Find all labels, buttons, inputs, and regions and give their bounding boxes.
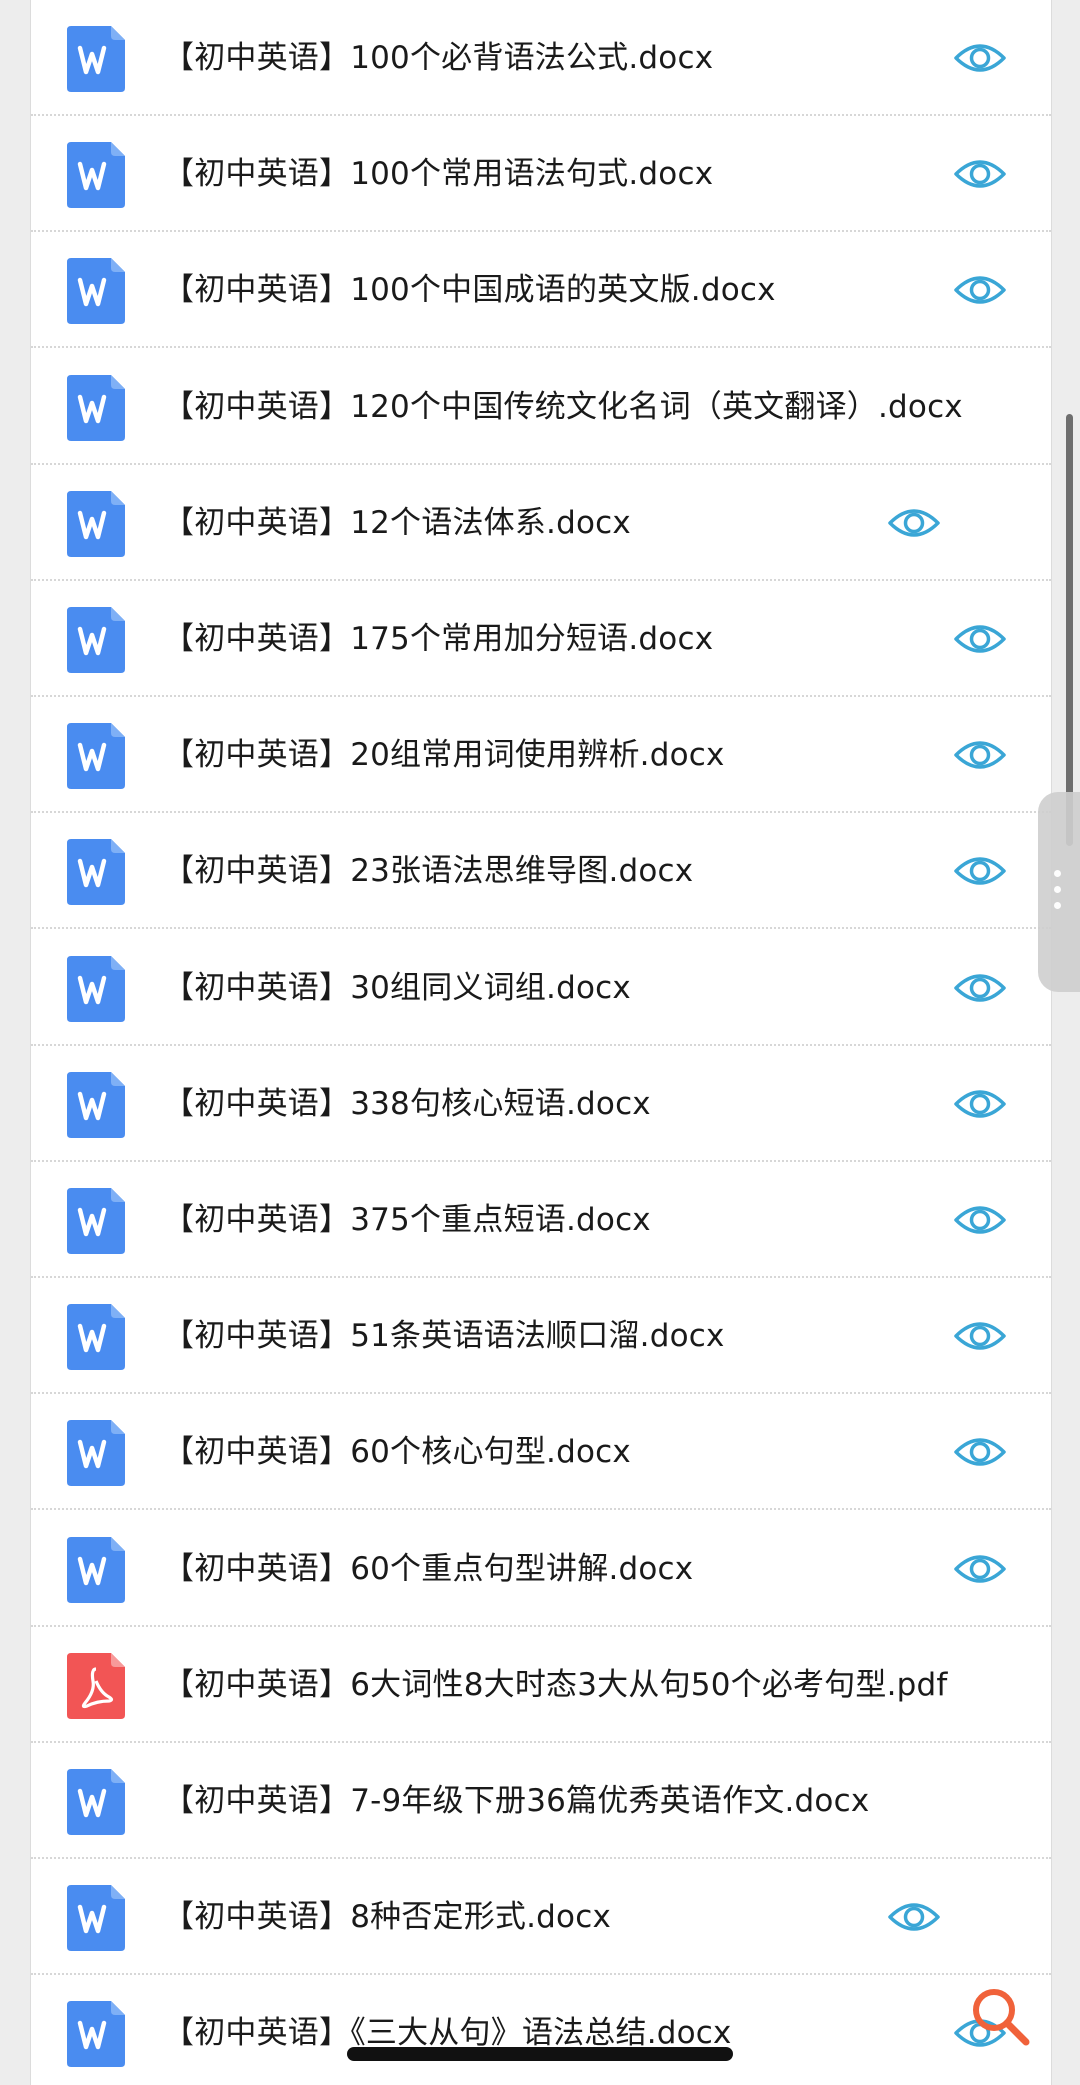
word-file-icon: [67, 374, 125, 441]
word-file-icon: [67, 607, 125, 673]
eye-icon[interactable]: [887, 505, 941, 541]
file-row[interactable]: 【初中英语】100个常用语法句式.docx: [31, 116, 1051, 233]
file-name: 【初中英语】7-9年级下册36篇优秀英语作文.docx: [163, 1783, 870, 1819]
file-row[interactable]: 【初中英语】8种否定形式.docx: [31, 1859, 1051, 1976]
file-name: 【初中英语】23张语法思维导图.docx: [163, 853, 694, 890]
eye-icon[interactable]: [953, 970, 1007, 1006]
file-row[interactable]: 【初中英语】30组同义词组.docx: [31, 930, 1051, 1046]
file-row[interactable]: 【初中英语】60个重点句型讲解.docx: [31, 1511, 1051, 1627]
word-file-icon: [67, 2001, 125, 2068]
word-file-icon: [67, 1769, 125, 1835]
file-name: 【初中英语】12个语法体系.docx: [163, 504, 631, 541]
eye-icon[interactable]: [953, 40, 1007, 76]
file-name: 【初中英语】100个常用语法句式.docx: [163, 156, 714, 193]
word-file-icon: [67, 142, 125, 209]
file-row[interactable]: 【初中英语】51条英语语法顺口溜.docx: [31, 1278, 1051, 1395]
file-name: 【初中英语】《三大从句》语法总结.docx: [163, 2015, 732, 2052]
eye-icon[interactable]: [953, 1551, 1007, 1587]
word-file-icon: [67, 1885, 125, 1952]
file-row[interactable]: 【初中英语】100个必背语法公式.docx: [31, 0, 1051, 116]
file-name: 【初中英语】120个中国传统文化名词（英文翻译）.docx: [163, 388, 963, 425]
file-row[interactable]: 【初中英语】100个中国成语的英文版.docx: [31, 232, 1051, 349]
file-name: 【初中英语】20组常用词使用辨析.docx: [163, 737, 725, 774]
word-file-icon: [67, 490, 125, 557]
file-name: 【初中英语】30组同义词组.docx: [163, 969, 631, 1006]
eye-icon[interactable]: [953, 853, 1007, 889]
word-file-icon: [67, 955, 125, 1022]
handle-dots-icon: [1054, 870, 1062, 914]
file-row[interactable]: 【初中英语】120个中国传统文化名词（英文翻译）.docx: [31, 349, 1051, 465]
file-name: 【初中英语】100个中国成语的英文版.docx: [163, 272, 776, 309]
word-file-icon: [67, 26, 125, 92]
eye-icon[interactable]: [953, 1202, 1007, 1238]
file-row[interactable]: 【初中英语】6大词性8大时态3大从句50个必考句型.pdf: [31, 1627, 1051, 1743]
home-indicator: [347, 2047, 733, 2061]
file-name: 【初中英语】375个重点短语.docx: [163, 1202, 651, 1238]
file-row[interactable]: 【初中英语】60个核心句型.docx: [31, 1394, 1051, 1511]
file-name: 【初中英语】60个重点句型讲解.docx: [163, 1550, 694, 1587]
file-name: 【初中英语】338句核心短语.docx: [163, 1085, 651, 1122]
eye-icon[interactable]: [887, 1899, 941, 1935]
eye-icon[interactable]: [953, 1086, 1007, 1122]
pdf-file-icon: [67, 1652, 125, 1719]
file-row[interactable]: 【初中英语】338句核心短语.docx: [31, 1046, 1051, 1162]
file-row[interactable]: 【初中英语】7-9年级下册36篇优秀英语作文.docx: [31, 1743, 1051, 1859]
word-file-icon: [67, 1188, 125, 1254]
word-file-icon: [67, 1536, 125, 1603]
file-row[interactable]: 【初中英语】23张语法思维导图.docx: [31, 813, 1051, 930]
word-file-icon: [67, 723, 125, 790]
eye-icon[interactable]: [953, 1434, 1007, 1470]
eye-icon[interactable]: [953, 272, 1007, 308]
file-row[interactable]: 【初中英语】20组常用词使用辨析.docx: [31, 697, 1051, 814]
file-name: 【初中英语】6大词性8大时态3大从句50个必考句型.pdf: [163, 1666, 948, 1703]
file-list: 【初中英语】100个必背语法公式.docx 【初中英语】100个常用语法句式.do…: [30, 0, 1052, 2085]
side-drawer-handle[interactable]: [1038, 792, 1080, 992]
file-name: 【初中英语】60个核心句型.docx: [163, 1434, 631, 1471]
search-button[interactable]: [968, 1984, 1032, 2048]
word-file-icon: [67, 839, 125, 906]
word-file-icon: [67, 1304, 125, 1371]
file-name: 【初中英语】175个常用加分短语.docx: [163, 621, 714, 657]
eye-icon[interactable]: [953, 621, 1007, 657]
word-file-icon: [67, 258, 125, 325]
file-row[interactable]: 【初中英语】375个重点短语.docx: [31, 1162, 1051, 1278]
file-name: 【初中英语】51条英语语法顺口溜.docx: [163, 1318, 725, 1355]
word-file-icon: [67, 1420, 125, 1487]
file-row[interactable]: 【初中英语】12个语法体系.docx: [31, 465, 1051, 581]
eye-icon[interactable]: [953, 1318, 1007, 1354]
file-list-screen: 【初中英语】100个必背语法公式.docx 【初中英语】100个常用语法句式.do…: [0, 0, 1080, 2085]
file-name: 【初中英语】100个必背语法公式.docx: [163, 40, 714, 76]
eye-icon[interactable]: [953, 156, 1007, 192]
word-file-icon: [67, 1071, 125, 1138]
eye-icon[interactable]: [953, 737, 1007, 773]
file-row[interactable]: 【初中英语】《三大从句》语法总结.docx: [31, 1975, 1051, 2085]
scrollbar[interactable]: [1066, 414, 1073, 846]
file-row[interactable]: 【初中英语】175个常用加分短语.docx: [31, 581, 1051, 697]
file-name: 【初中英语】8种否定形式.docx: [163, 1899, 612, 1936]
search-icon: [973, 1989, 1030, 2046]
